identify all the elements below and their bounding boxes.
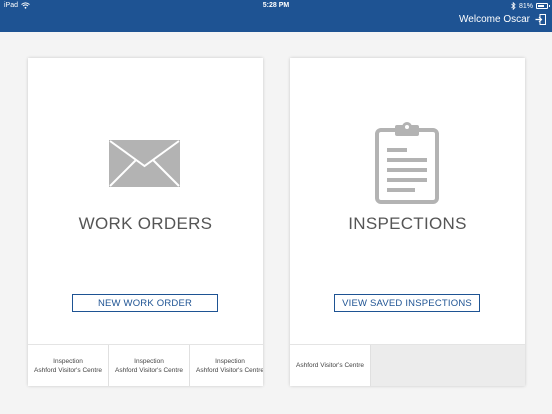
work-orders-list[interactable]: Inspection Ashford Visitor's Centre Insp… bbox=[28, 344, 263, 386]
inspections-card: INSPECTIONS VIEW SAVED INSPECTIONS Ashfo… bbox=[290, 58, 525, 386]
bluetooth-icon bbox=[511, 2, 516, 10]
envelope-icon bbox=[109, 140, 180, 187]
view-saved-inspections-button[interactable]: VIEW SAVED INSPECTIONS bbox=[334, 294, 480, 312]
inspections-title: INSPECTIONS bbox=[348, 214, 467, 233]
work-order-item[interactable]: Inspection Ashford Visitor's Centre bbox=[28, 345, 109, 386]
status-time: 5:28 PM bbox=[262, 2, 290, 9]
work-order-item[interactable]: Inspection Ashford Visitor's Centre bbox=[109, 345, 190, 386]
inspections-list[interactable]: Ashford Visitor's Centre bbox=[290, 344, 525, 386]
work-order-type: Inspection bbox=[134, 357, 164, 365]
inspection-location: Ashford Visitor's Centre bbox=[296, 362, 364, 369]
work-order-location: Ashford Visitor's Centre bbox=[196, 366, 263, 374]
work-order-location: Ashford Visitor's Centre bbox=[34, 366, 102, 374]
work-order-type: Inspection bbox=[215, 357, 245, 365]
battery-icon bbox=[536, 3, 550, 9]
clipboard-icon bbox=[375, 122, 439, 204]
welcome-text: Welcome Oscar bbox=[459, 14, 530, 25]
battery-percent: 81% bbox=[518, 2, 533, 10]
logout-icon[interactable] bbox=[535, 14, 546, 25]
status-bar: iPad 5:28 PM 81% bbox=[0, 0, 552, 12]
app-header: Welcome Oscar bbox=[0, 12, 552, 32]
work-order-item[interactable]: Inspection Ashford Visitor's Centre bbox=[190, 345, 263, 386]
new-work-order-button[interactable]: NEW WORK ORDER bbox=[72, 294, 218, 312]
work-orders-card: WORK ORDERS NEW WORK ORDER Inspection As… bbox=[28, 58, 263, 386]
work-order-location: Ashford Visitor's Centre bbox=[115, 366, 183, 374]
work-orders-title: WORK ORDERS bbox=[78, 214, 213, 233]
user-menu[interactable]: Welcome Oscar bbox=[459, 14, 546, 25]
inspection-item[interactable]: Ashford Visitor's Centre bbox=[290, 345, 371, 386]
battery-level bbox=[538, 5, 544, 7]
status-right: 81% bbox=[511, 2, 550, 10]
work-order-type: Inspection bbox=[53, 357, 83, 365]
